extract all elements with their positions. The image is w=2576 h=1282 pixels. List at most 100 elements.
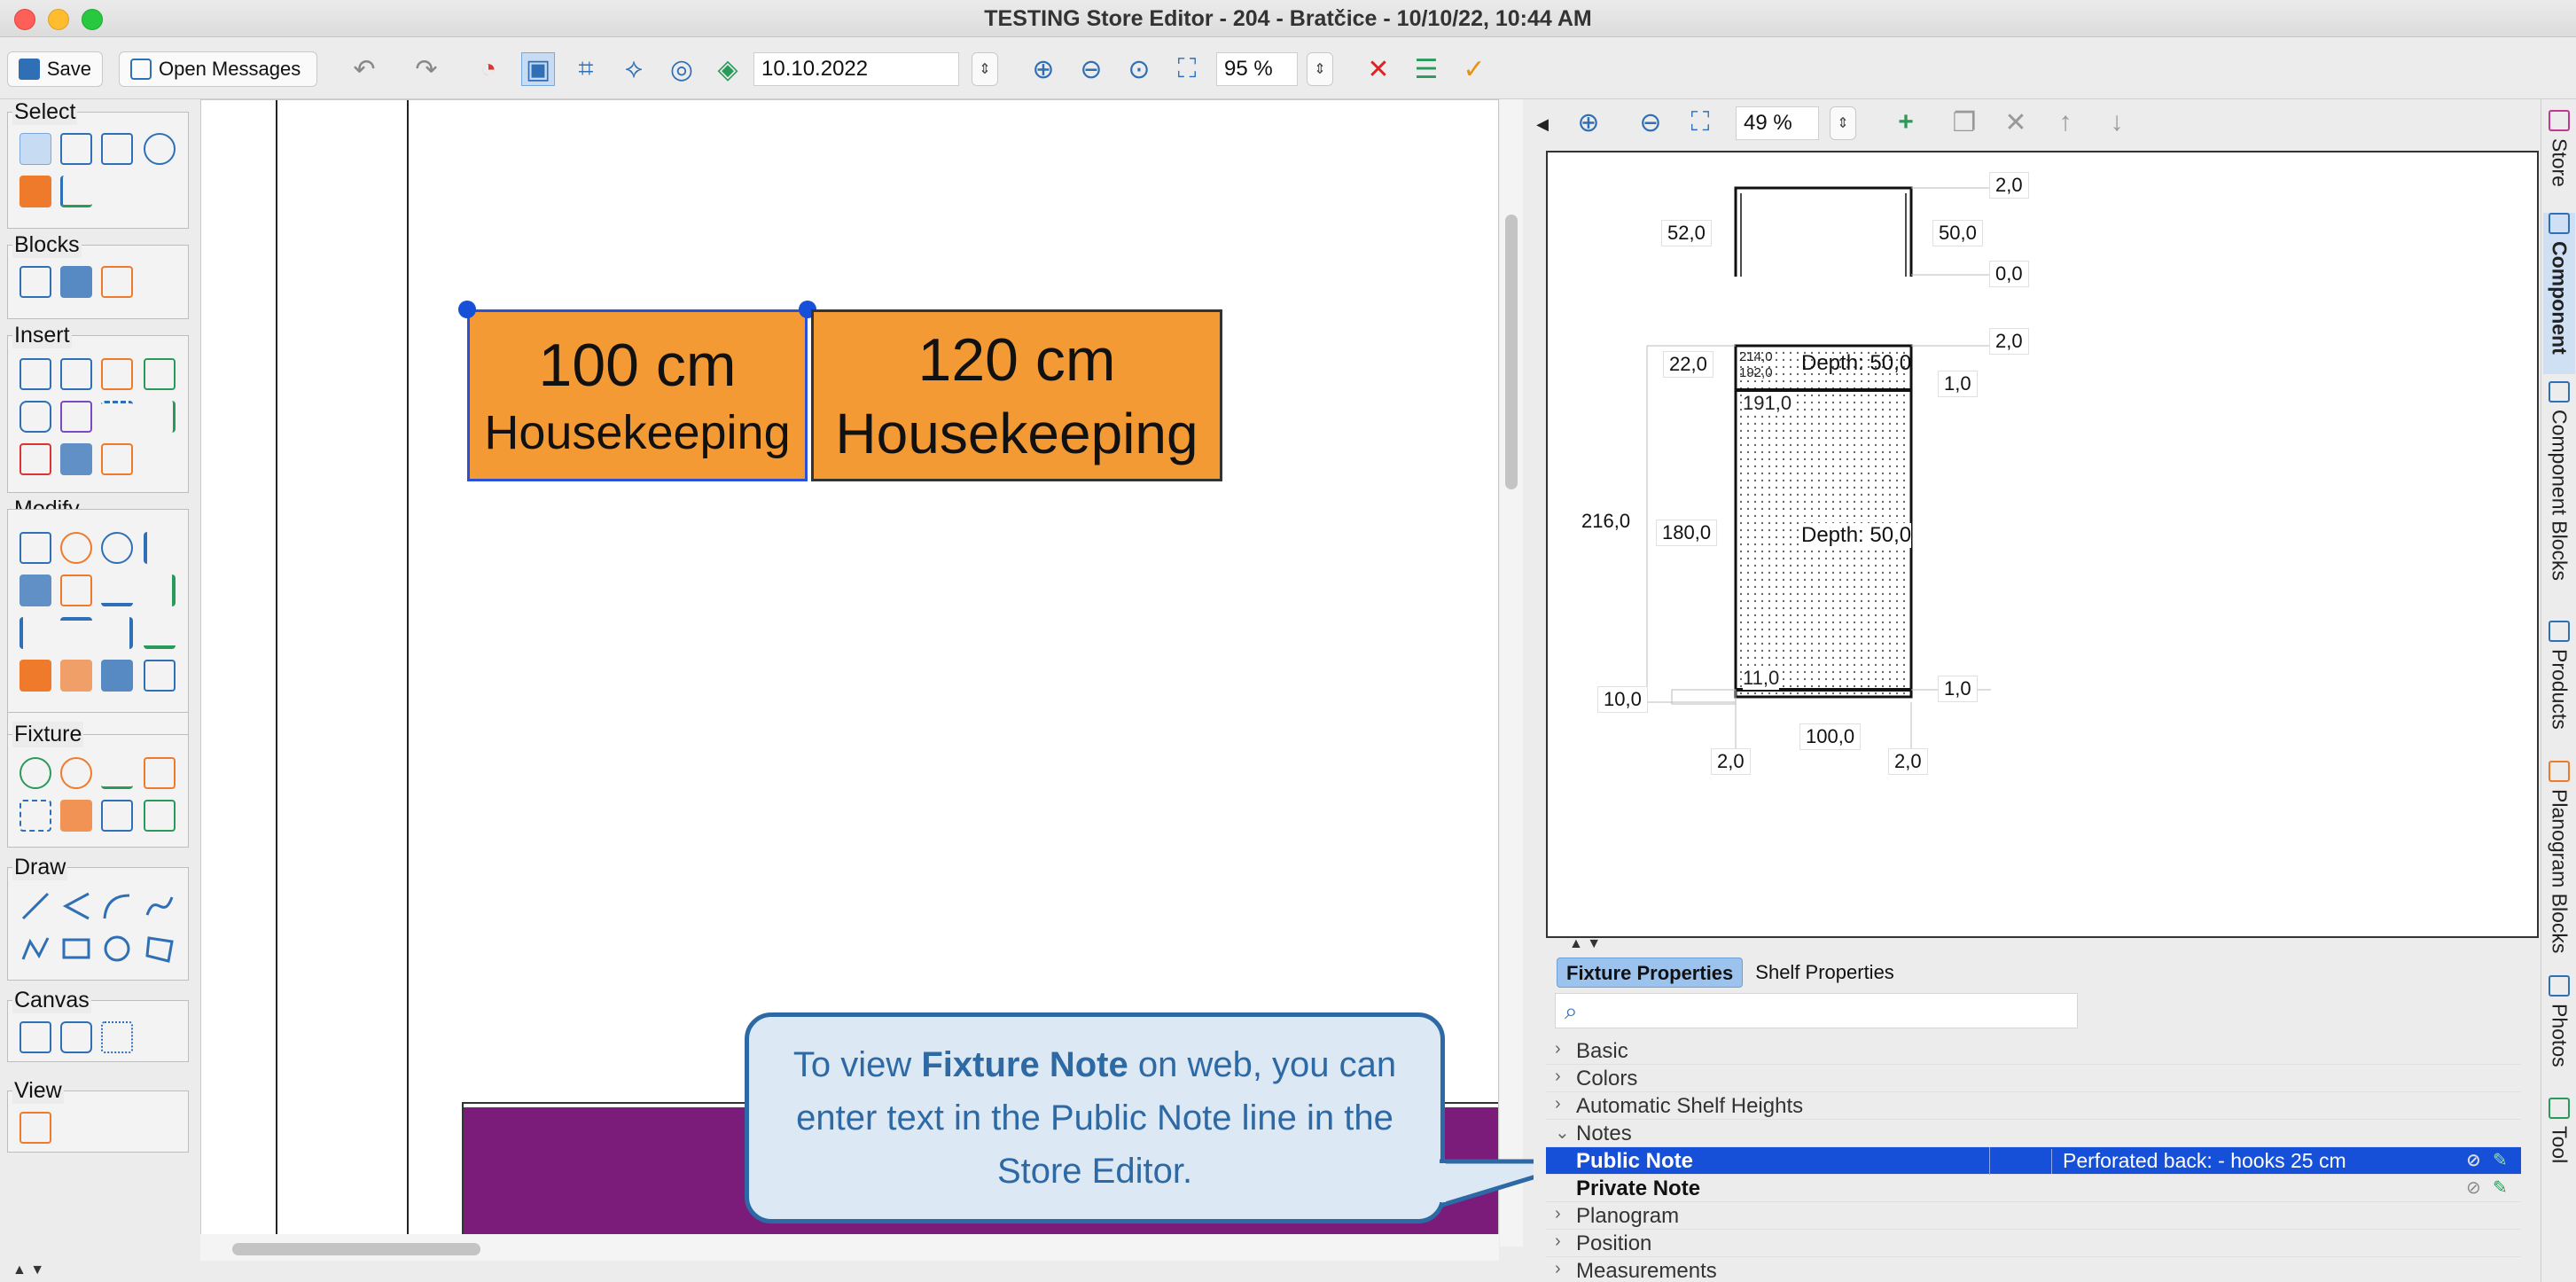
insert-shelf-icon[interactable] (60, 358, 92, 390)
clear-icon[interactable]: ⊘ (2466, 1149, 2481, 1171)
move-down-icon[interactable]: ↓ (2099, 105, 2135, 140)
draw-rectangle-icon[interactable] (60, 933, 92, 965)
fixture-number-icon[interactable] (20, 800, 51, 832)
preview-zoom-out-icon[interactable]: ⊖ (1633, 105, 1668, 140)
canvas-settings-icon[interactable] (60, 1021, 92, 1053)
tab-shelf-properties[interactable]: Shelf Properties (1746, 958, 1903, 988)
public-note-value[interactable]: Perforated back: - hooks 25 cm (2051, 1149, 2346, 1174)
fixture-rotate-icon[interactable] (60, 757, 92, 789)
block-shelves-icon[interactable] (101, 266, 133, 298)
draw-polyline-icon[interactable] (60, 890, 92, 922)
fixture-100cm[interactable]: 100 cm Housekeeping (467, 309, 808, 481)
fixture-connect-icon[interactable] (20, 757, 51, 789)
insert-texture-icon[interactable] (101, 358, 133, 390)
delete-icon[interactable]: ✕ (1362, 52, 1395, 86)
camera-icon[interactable]: ◎ (665, 52, 699, 86)
draw-line-icon[interactable] (20, 890, 51, 922)
fixture-label-icon[interactable] (101, 757, 133, 789)
preview-zoom-fit-icon[interactable]: ⛶ (1682, 105, 1718, 140)
bottom-collapse-icon[interactable]: ▲ ▼ (12, 1262, 44, 1278)
zoom-out-icon[interactable]: ⊖ (1074, 52, 1108, 86)
connect-icon[interactable]: ⟡ (617, 52, 651, 86)
select-icon[interactable] (20, 133, 51, 165)
align-left-icon[interactable] (144, 532, 176, 564)
prop-section-auto-shelf[interactable]: › Automatic Shelf Heights (1546, 1092, 2521, 1120)
side-tab-products[interactable]: Products (2543, 621, 2575, 754)
align-edge-icon[interactable] (20, 617, 51, 649)
select-grid-icon[interactable] (60, 133, 92, 165)
snap-icon[interactable]: ⌗ (569, 52, 603, 86)
rotate-icon[interactable] (101, 532, 133, 564)
prop-section-basic[interactable]: › Basic (1546, 1037, 2521, 1065)
ungroup-icon[interactable] (144, 660, 176, 692)
layer-select-icon[interactable] (20, 176, 51, 207)
date-stepper[interactable]: ⇕ (972, 52, 998, 86)
fixture-120cm[interactable]: 120 cm Housekeeping (811, 309, 1222, 481)
layers-icon[interactable]: ◈ (711, 52, 745, 86)
horizontal-scroll-thumb[interactable] (232, 1243, 480, 1255)
zoom-in-icon[interactable]: ⊕ (1026, 52, 1060, 86)
tab-fixture-properties[interactable]: Fixture Properties (1557, 958, 1744, 988)
side-tab-tool[interactable]: Tool (2543, 1098, 2575, 1197)
duplicate-icon[interactable]: ❐ (1947, 105, 1982, 140)
select-multi-icon[interactable] (101, 133, 133, 165)
collapse-arrows-icon[interactable]: ▲ ▼ (1569, 936, 1601, 952)
canvas-resize-icon[interactable] (20, 1021, 51, 1053)
insert-panel-icon[interactable] (60, 401, 92, 433)
pointer-icon[interactable] (60, 176, 92, 207)
send-back-icon[interactable] (60, 660, 92, 692)
mirror-icon[interactable] (60, 575, 92, 606)
prop-private-note[interactable]: Private Note ⊘ ✎ (1546, 1175, 2521, 1202)
prop-section-planogram[interactable]: › Planogram (1546, 1202, 2521, 1230)
selection-handle-left[interactable] (458, 301, 476, 318)
insert-svg-icon[interactable] (101, 443, 133, 475)
draw-curve-icon[interactable] (144, 890, 176, 922)
preview-zoom-input[interactable]: 49 % (1736, 106, 1819, 140)
draw-spline-icon[interactable] (20, 933, 51, 965)
align-top-icon[interactable] (60, 617, 92, 649)
measure-icon[interactable]: ◔ (472, 52, 505, 86)
grid-icon[interactable] (20, 575, 51, 606)
edit-icon[interactable]: ✎ (2493, 1149, 2508, 1171)
list-icon[interactable]: ☰ (1409, 52, 1443, 86)
insert-pdf-icon[interactable] (20, 443, 51, 475)
zoom-stepper[interactable]: ⇕ (1307, 52, 1333, 86)
view-layout-icon[interactable] (20, 1112, 51, 1144)
preview-zoom-in-icon[interactable]: ⊕ (1571, 105, 1606, 140)
zoom-extent-icon[interactable]: ⛶ (1170, 52, 1204, 86)
bring-front-icon[interactable] (20, 660, 51, 692)
fixture-list-icon[interactable] (101, 800, 133, 832)
draw-arc-icon[interactable] (101, 890, 133, 922)
edit-icon[interactable]: ✎ (2493, 1176, 2508, 1199)
canvas-grid-icon[interactable] (101, 1021, 133, 1053)
insert-fixture-icon[interactable] (20, 358, 51, 390)
canvas-horizontal-scrollbar[interactable] (200, 1234, 1499, 1261)
distribute-icon[interactable] (101, 575, 133, 606)
move-up-icon[interactable]: ↑ (2048, 105, 2083, 140)
side-tab-store[interactable]: Store (2543, 110, 2575, 206)
group-objects-icon[interactable] (101, 660, 133, 692)
preview-zoom-stepper[interactable]: ⇕ (1830, 106, 1856, 140)
fixture-shelves-icon[interactable] (144, 757, 176, 789)
copy-icon[interactable] (60, 532, 92, 564)
date-input[interactable]: 10.10.2022 (753, 52, 959, 86)
save-button[interactable]: Save (7, 51, 103, 87)
block-layers-icon[interactable] (60, 266, 92, 298)
add-icon[interactable]: + (1888, 105, 1924, 140)
zoom-input[interactable]: 95 % (1216, 52, 1298, 86)
check-icon[interactable]: ✓ (1457, 52, 1491, 86)
select-frame-icon[interactable]: ▣ (521, 52, 555, 86)
insert-camera-icon[interactable] (20, 401, 51, 433)
prop-section-colors[interactable]: › Colors (1546, 1065, 2521, 1092)
spacing-icon[interactable] (144, 575, 176, 606)
insert-text-icon[interactable] (144, 358, 176, 390)
prop-public-note[interactable]: Public Note Perforated back: - hooks 25 … (1546, 1147, 2521, 1175)
block-icon[interactable] (20, 266, 51, 298)
collapse-left-icon[interactable]: ◀ (1534, 106, 1551, 142)
vertical-scroll-thumb[interactable] (1505, 215, 1518, 489)
insert-image-icon[interactable] (60, 443, 92, 475)
zoom-fit-icon[interactable]: ⊙ (1122, 52, 1156, 86)
move-icon[interactable] (20, 532, 51, 564)
draw-circle-icon[interactable] (101, 933, 133, 965)
insert-line-icon[interactable] (144, 401, 176, 433)
